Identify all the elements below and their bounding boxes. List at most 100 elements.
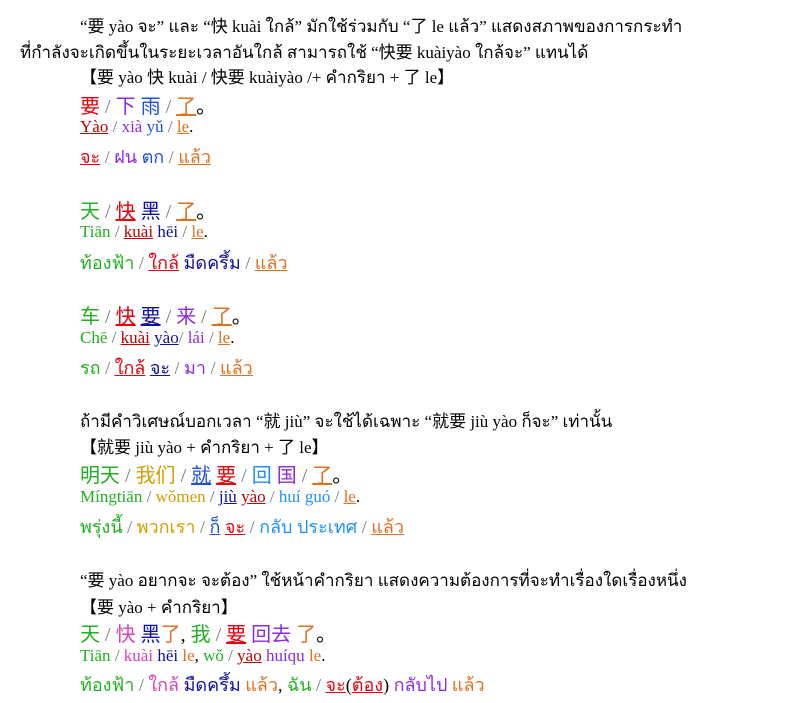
ex2-zh-0: 天 [80,201,100,223]
ex4-py-3: yào [241,487,266,506]
separator: / [105,624,111,646]
example-4-pinyin: Míngtiān / wǒmen / jiù yào / huí guó / l… [80,487,360,507]
example-2-pinyin: Tiān / kuài hēi / le. [80,222,208,242]
ex4-zh-7: 。 [332,465,353,487]
ex4-py-0: Míngtiān [80,487,143,506]
example-4-chinese: 明天 / 我们 / 就 要 / 回 国 / 了。 [80,459,352,488]
ex5-py-9: . [321,646,326,665]
ex5-zh-7: 回去 [251,624,292,646]
ex2-zh-3: 了 [176,201,197,223]
separator: / [182,222,188,241]
ex4-zh-2: 就 [191,465,212,487]
ex3-py-5: . [230,328,235,347]
ex5-th-1: ใกล้ [148,675,180,695]
ex5-py-4: , [194,646,199,665]
separator: / [361,517,367,537]
ex5-py-8: le [308,646,322,665]
ex3-zh-0: 车 [80,306,100,328]
separator: / [165,201,172,223]
ex1-py-2: yǔ [146,117,164,136]
separator: / [105,306,111,328]
ex2-py-3: le [191,222,204,241]
separator: / [245,253,251,273]
separator: / [334,487,340,506]
ex2-py-2: hēi [157,222,179,241]
ex3-py-0: Chē [80,328,108,347]
separator: / [105,201,111,223]
ex5-th-2: มืดครึ้ม [183,675,241,695]
ex3-zh-4: 了 [211,306,232,328]
ex5-zh-8: 了 [296,624,317,646]
intro-line-1: “要 yào จะ” และ “快 kuài ใกล้” มักใช้ร่วมก… [80,17,683,36]
ex5-py-3: le [182,646,195,665]
example-1-chinese: 要 / 下 雨 / 了。 [80,90,216,119]
separator: / [174,358,180,378]
separator: / [168,147,174,167]
ex1-th-0: จะ [80,147,101,167]
note-2: ถ้ามีคำวิเศษณ์บอกเวลา “就 jiù” จะใช้ได้เฉ… [80,412,613,431]
ex3-zh-1: 快 [115,306,136,328]
ex4-th-3: จะ [224,517,246,537]
note-3: “要 yào อยากจะ จะต้อง” ใช้หน้าคำกริยา แสด… [80,571,687,590]
example-2-thai: ท้องฟ้า / ใกล้ มืดครึ้ม / แล้ว [80,248,287,277]
example-5-chinese: 天 / 快 黑了, 我 / 要 回去 了。 [80,618,336,647]
ex1-th-2: ตก [141,147,165,167]
separator: / [210,358,216,378]
separator: / [112,117,118,136]
ex4-py-5: le [343,487,356,506]
ex3-th-4: แล้ว [220,358,253,378]
ex4-zh-5: 国 [276,465,297,487]
ex3-py-3: lái [187,328,205,347]
separator: / [215,624,222,646]
ex5-th-4: , [277,675,283,695]
ex1-zh-4: 。 [196,96,217,118]
ex5-zh-5: 我 [190,624,211,646]
ex4-py-1: wǒmen [155,487,206,506]
ex5-th-11: แล้ว [451,675,485,695]
ex4-th-5: แล้ว [371,517,404,537]
ex5-th-10: กลับไป [393,675,448,695]
ex5-zh-2: 黑 [140,624,161,646]
example-2-chinese: 天 / 快 黑 / 了。 [80,195,216,224]
separator: / [138,675,144,695]
example-4-thai: พรุ่งนี้ / พวกเรา / ก็ จะ / กลับ ประเทศ … [80,512,404,541]
example-5-pinyin: Tiān / kuài hēi le, wǒ / yào huíqu le. [80,646,325,666]
ex5-zh-3: 了 [160,624,181,646]
ex2-py-1: kuài [123,222,154,241]
ex5-th-9: ) [383,675,390,695]
separator: / [201,306,207,328]
example-3-chinese: 车 / 快 要 / 来 / 了。 [80,300,252,329]
ex2-py-0: Tiān [80,222,111,241]
separator: / [127,517,133,537]
separator: / [208,328,214,347]
ex4-zh-1: 我们 [135,465,176,487]
ex5-zh-6: 要 [226,624,247,646]
separator: / [199,517,205,537]
ex4-py-6: . [355,487,361,506]
separator: / [241,465,247,487]
ex4-zh-3: 要 [216,465,237,487]
ex2-zh-1: 快 [115,201,136,223]
separator: / [125,465,131,487]
ex4-th-2: ก็ [209,517,221,537]
ex5-th-8: ต้อง [351,675,384,695]
pattern-2: 【就要 jiù yào + คำกริยา + 了 le】 [80,438,329,457]
separator: / [178,328,184,347]
separator: / [114,646,120,665]
ex1-py-4: . [189,117,194,136]
ex3-th-1: ใกล้ [114,358,146,378]
ex4-th-1: พวกเรา [136,517,196,537]
ex1-zh-1: 下 [115,96,136,118]
ex1-py-0: Yào [80,117,109,136]
ex3-zh-5: 。 [231,306,252,328]
ex1-zh-0: 要 [80,96,100,118]
ex5-py-0: Tiān [80,646,111,665]
example-5-thai: ท้องฟ้า / ใกล้ มืดครึ้ม แล้ว, ฉัน / จะ(ต… [80,670,485,699]
separator: / [105,96,111,118]
intro-line-2: ที่กำลังจะเกิดขึ้นในระยะเวลาอันใกล้ สามา… [20,43,589,62]
ex4-py-4: huí guó [278,487,331,506]
ex5-py-1: kuài [123,646,154,665]
ex5-zh-1: 快 [115,624,136,646]
separator: / [209,487,215,506]
example-1-pinyin: Yào / xià yǔ / le. [80,117,193,137]
